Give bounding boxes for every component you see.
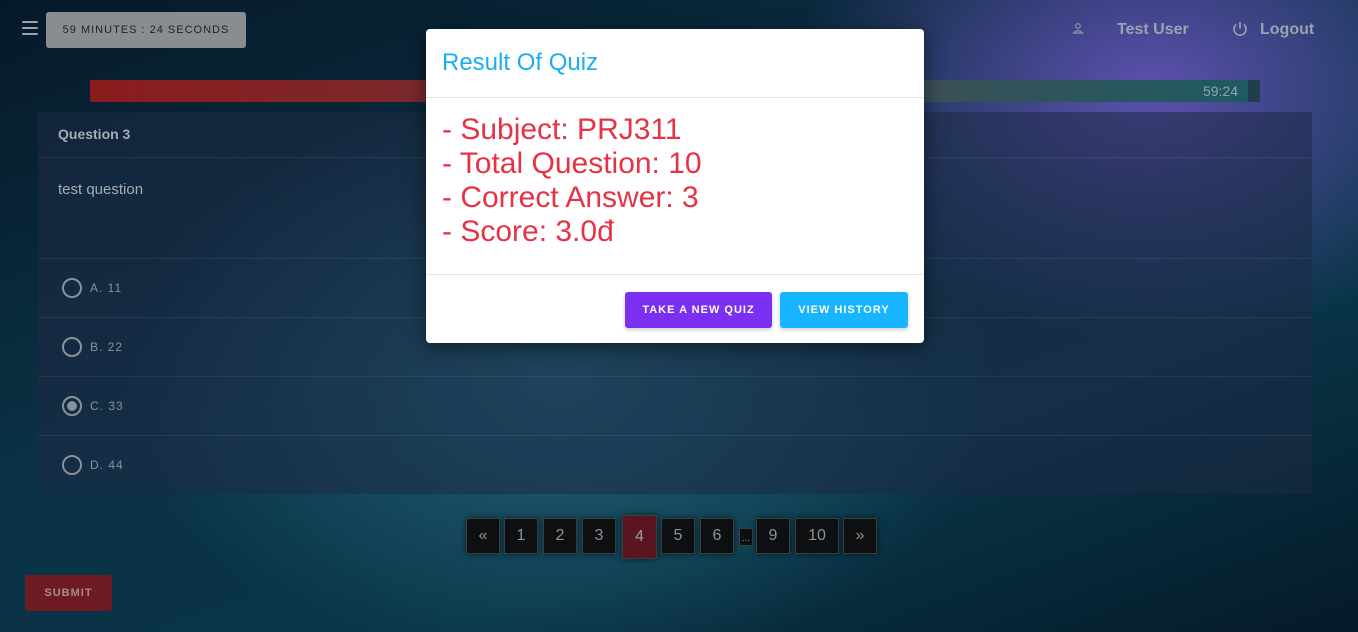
take-new-quiz-button[interactable]: TAKE A NEW QUIZ bbox=[625, 292, 772, 328]
user-name-link[interactable]: Test User bbox=[1117, 21, 1189, 39]
page-button-4[interactable]: 4 bbox=[622, 515, 657, 559]
view-history-button[interactable]: VIEW HISTORY bbox=[780, 292, 908, 328]
result-modal: Result Of Quiz - Subject: PRJ311 - Total… bbox=[426, 29, 924, 343]
pagination-ellipsis: ... bbox=[739, 528, 753, 546]
answer-label: D. 44 bbox=[90, 458, 124, 472]
answer-option-d[interactable]: D. 44 bbox=[38, 435, 1312, 494]
logout-link[interactable]: Logout bbox=[1260, 21, 1314, 39]
answer-label: C. 33 bbox=[90, 399, 124, 413]
radio-button[interactable] bbox=[62, 337, 82, 357]
power-icon[interactable] bbox=[1231, 20, 1249, 38]
answer-label: B. 22 bbox=[90, 340, 124, 354]
hamburger-menu-icon[interactable] bbox=[22, 21, 38, 35]
user-icon bbox=[1072, 22, 1086, 36]
page-button-2[interactable]: 2 bbox=[543, 518, 577, 554]
radio-button[interactable] bbox=[62, 396, 82, 416]
radio-button[interactable] bbox=[62, 278, 82, 298]
question-title: Question 3 bbox=[58, 126, 131, 142]
modal-footer: TAKE A NEW QUIZ VIEW HISTORY bbox=[426, 274, 924, 343]
result-total-questions: - Total Question: 10 bbox=[442, 147, 702, 180]
submit-button[interactable]: SUBMIT bbox=[25, 575, 112, 611]
modal-header: Result Of Quiz bbox=[426, 29, 924, 98]
result-score: - Score: 3.0đ bbox=[442, 215, 614, 248]
time-left-label: 59:24 bbox=[1202, 83, 1238, 99]
page-button-10[interactable]: 10 bbox=[795, 518, 839, 554]
page-button-3[interactable]: 3 bbox=[582, 518, 616, 554]
prev-page-button[interactable]: « bbox=[466, 518, 500, 554]
radio-button[interactable] bbox=[62, 455, 82, 475]
page-button-5[interactable]: 5 bbox=[661, 518, 695, 554]
next-page-button[interactable]: » bbox=[843, 518, 877, 554]
answer-label: A. 11 bbox=[90, 281, 123, 295]
modal-body: - Subject: PRJ311 - Total Question: 10 -… bbox=[442, 113, 702, 249]
page-button-9[interactable]: 9 bbox=[756, 518, 790, 554]
page-button-1[interactable]: 1 bbox=[504, 518, 538, 554]
question-text: test question bbox=[58, 181, 144, 198]
answer-option-c[interactable]: C. 33 bbox=[38, 376, 1312, 435]
page-button-6[interactable]: 6 bbox=[700, 518, 734, 554]
result-subject: - Subject: PRJ311 bbox=[442, 113, 682, 146]
timer-badge: 59 MINUTES : 24 SECONDS bbox=[46, 12, 246, 48]
modal-title: Result Of Quiz bbox=[442, 49, 599, 76]
result-correct-answers: - Correct Answer: 3 bbox=[442, 181, 699, 214]
